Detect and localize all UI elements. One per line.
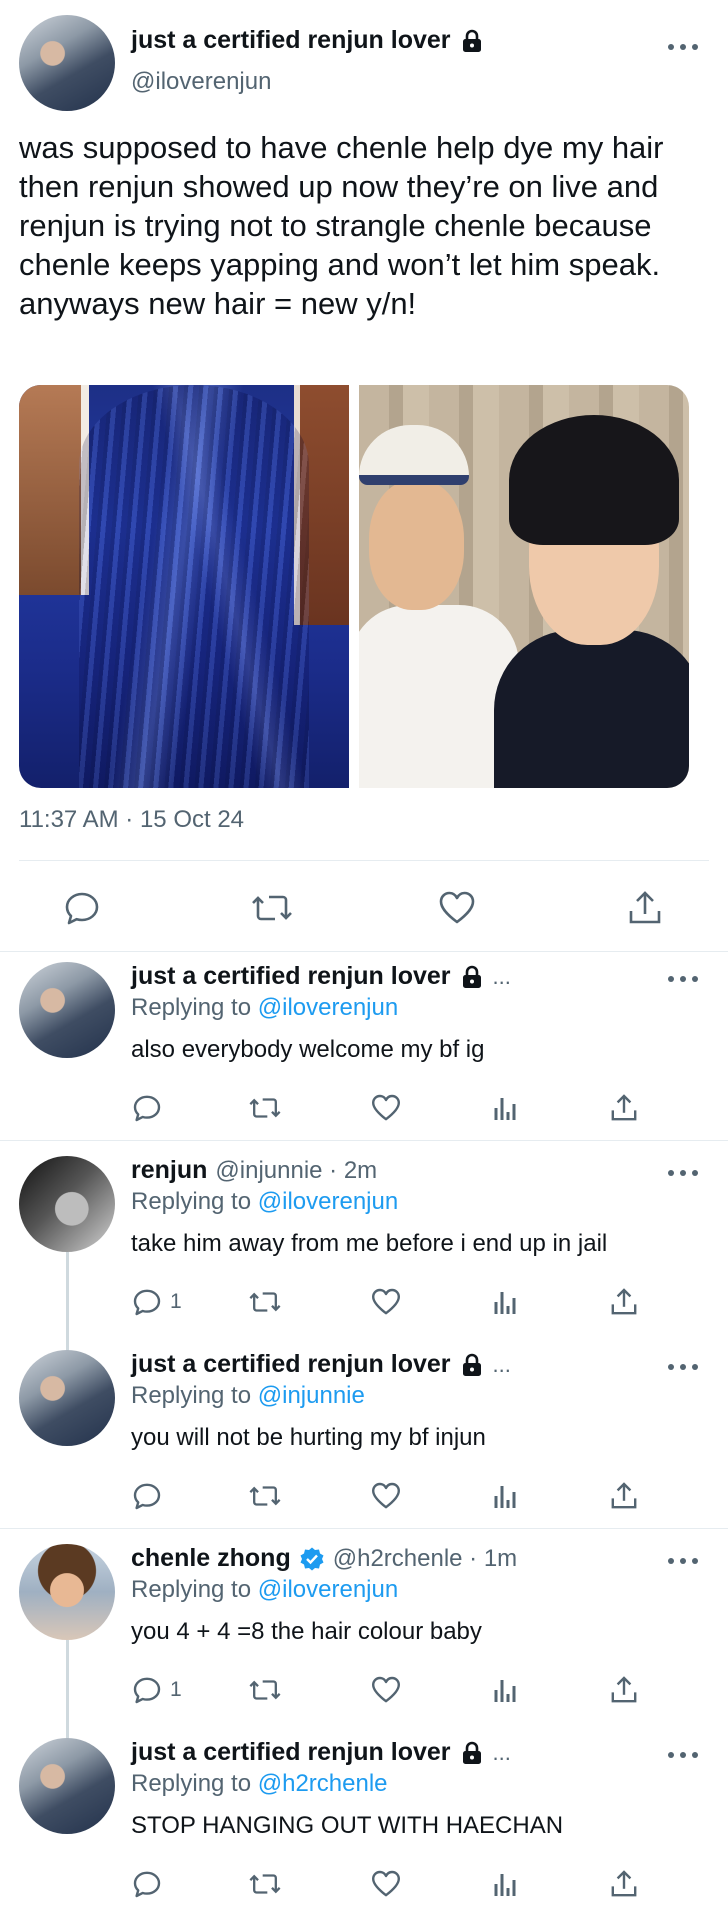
timestamp[interactable]: 11:37 AM · 15 Oct 24 [19,806,244,834]
reply-text: take him away from me before i end up in… [131,1230,608,1257]
mention-link[interactable]: @injunnie [258,1382,365,1409]
reply-actions: 1 [0,1286,728,1326]
divider [19,860,709,861]
like-icon[interactable] [370,1286,402,1318]
display-name[interactable]: chenle zhong [131,1544,291,1573]
reply-text: you will not be hurting my bf injun [131,1424,486,1451]
avatar[interactable] [19,1544,115,1640]
retweet-icon[interactable] [250,888,292,928]
replying-to: Replying to @h2rchenle [131,1770,388,1797]
replying-to: Replying to @iloverenjun [131,994,399,1021]
reply-tweet[interactable]: just a certified renjun lover ... Replyi… [0,1738,728,1918]
reply-actions: 1 [0,1674,728,1714]
reply-tweet[interactable]: just a certified renjun lover ... Replyi… [0,962,728,1142]
display-name[interactable]: just a certified renjun lover [131,962,451,991]
like-icon[interactable] [370,1480,402,1512]
more-icon[interactable] [668,972,698,986]
retweet-icon[interactable] [248,1092,281,1124]
tweet-text: was supposed to have chenle help dye my … [19,130,664,321]
more-icon[interactable] [668,1360,698,1374]
mention-link[interactable]: @iloverenjun [258,994,398,1021]
mention-link[interactable]: @h2rchenle [258,1770,388,1797]
avatar[interactable] [19,15,115,111]
avatar[interactable] [19,962,115,1058]
tweet-actions [0,880,728,936]
analytics-icon[interactable] [490,1480,522,1512]
reply-actions [0,1092,728,1132]
display-name[interactable]: just a certified renjun lover [131,1738,451,1767]
like-icon[interactable] [370,1868,402,1900]
reply-icon[interactable] [131,1868,163,1900]
replying-to: Replying to @injunnie [131,1382,365,1409]
analytics-icon[interactable] [490,1092,522,1124]
lock-icon [459,1352,485,1378]
retweet-icon[interactable] [248,1674,281,1706]
retweet-icon[interactable] [248,1868,281,1900]
reply-icon[interactable] [62,888,102,928]
lock-icon [459,1740,485,1766]
share-icon[interactable] [608,1286,640,1318]
display-name[interactable]: renjun [131,1156,207,1185]
retweet-icon[interactable] [248,1286,281,1318]
reply-tweet[interactable]: renjun @injunnie · 2m Replying to @ilove… [0,1156,728,1336]
media-image-live[interactable] [359,385,689,788]
share-icon[interactable] [608,1674,640,1706]
more-icon[interactable] [668,1748,698,1762]
share-icon[interactable] [608,1092,640,1124]
share-icon[interactable] [608,1480,640,1512]
replying-to: Replying to @iloverenjun [131,1576,399,1603]
reply-count: 1 [170,1678,182,1701]
reply-icon[interactable] [131,1674,163,1706]
reply-icon[interactable] [131,1092,163,1124]
reply-count: 1 [170,1290,182,1313]
analytics-icon[interactable] [490,1868,522,1900]
truncation: ... [492,1739,511,1765]
truncation: ... [492,1351,511,1377]
avatar[interactable] [19,1738,115,1834]
reply-text: also everybody welcome my bf ig [131,1036,485,1063]
media-grid [19,385,689,788]
verified-badge-icon [299,1546,325,1572]
share-icon[interactable] [625,888,665,928]
reply-icon[interactable] [131,1286,163,1318]
share-icon[interactable] [608,1868,640,1900]
handle-time[interactable]: @injunnie · 2m [215,1157,377,1185]
truncation: ... [492,963,511,989]
lock-icon [459,964,485,990]
mention-link[interactable]: @iloverenjun [258,1188,398,1215]
handle-time[interactable]: @h2rchenle · 1m [333,1545,517,1573]
retweet-icon[interactable] [248,1480,281,1512]
reply-text: you 4 + 4 =8 the hair colour baby [131,1618,482,1645]
avatar[interactable] [19,1350,115,1446]
reply-text: STOP HANGING OUT WITH HAECHAN [131,1812,564,1839]
analytics-icon[interactable] [490,1286,522,1318]
main-tweet: just a certified renjun lover @iloverenj… [0,0,728,952]
like-icon[interactable] [370,1674,402,1706]
reply-icon[interactable] [131,1480,163,1512]
like-icon[interactable] [370,1092,402,1124]
divider [0,1140,728,1141]
more-icon[interactable] [668,1554,698,1568]
more-icon[interactable] [668,40,698,54]
reply-tweet[interactable]: just a certified renjun lover ... Replyi… [0,1350,728,1530]
mention-link[interactable]: @iloverenjun [258,1576,398,1603]
like-icon[interactable] [437,888,477,928]
replying-to: Replying to @iloverenjun [131,1188,399,1215]
handle[interactable]: @iloverenjun [131,68,271,96]
more-icon[interactable] [668,1166,698,1180]
display-name[interactable]: just a certified renjun lover [131,26,451,55]
analytics-icon[interactable] [490,1674,522,1706]
reply-actions [0,1480,728,1520]
avatar[interactable] [19,1156,115,1252]
lock-icon [459,28,485,54]
reply-tweet[interactable]: chenle zhong @h2rchenle · 1m Replying to… [0,1544,728,1724]
display-name[interactable]: just a certified renjun lover [131,1350,451,1379]
media-image-hair[interactable] [19,385,349,788]
reply-actions [0,1868,728,1908]
divider [0,1528,728,1529]
